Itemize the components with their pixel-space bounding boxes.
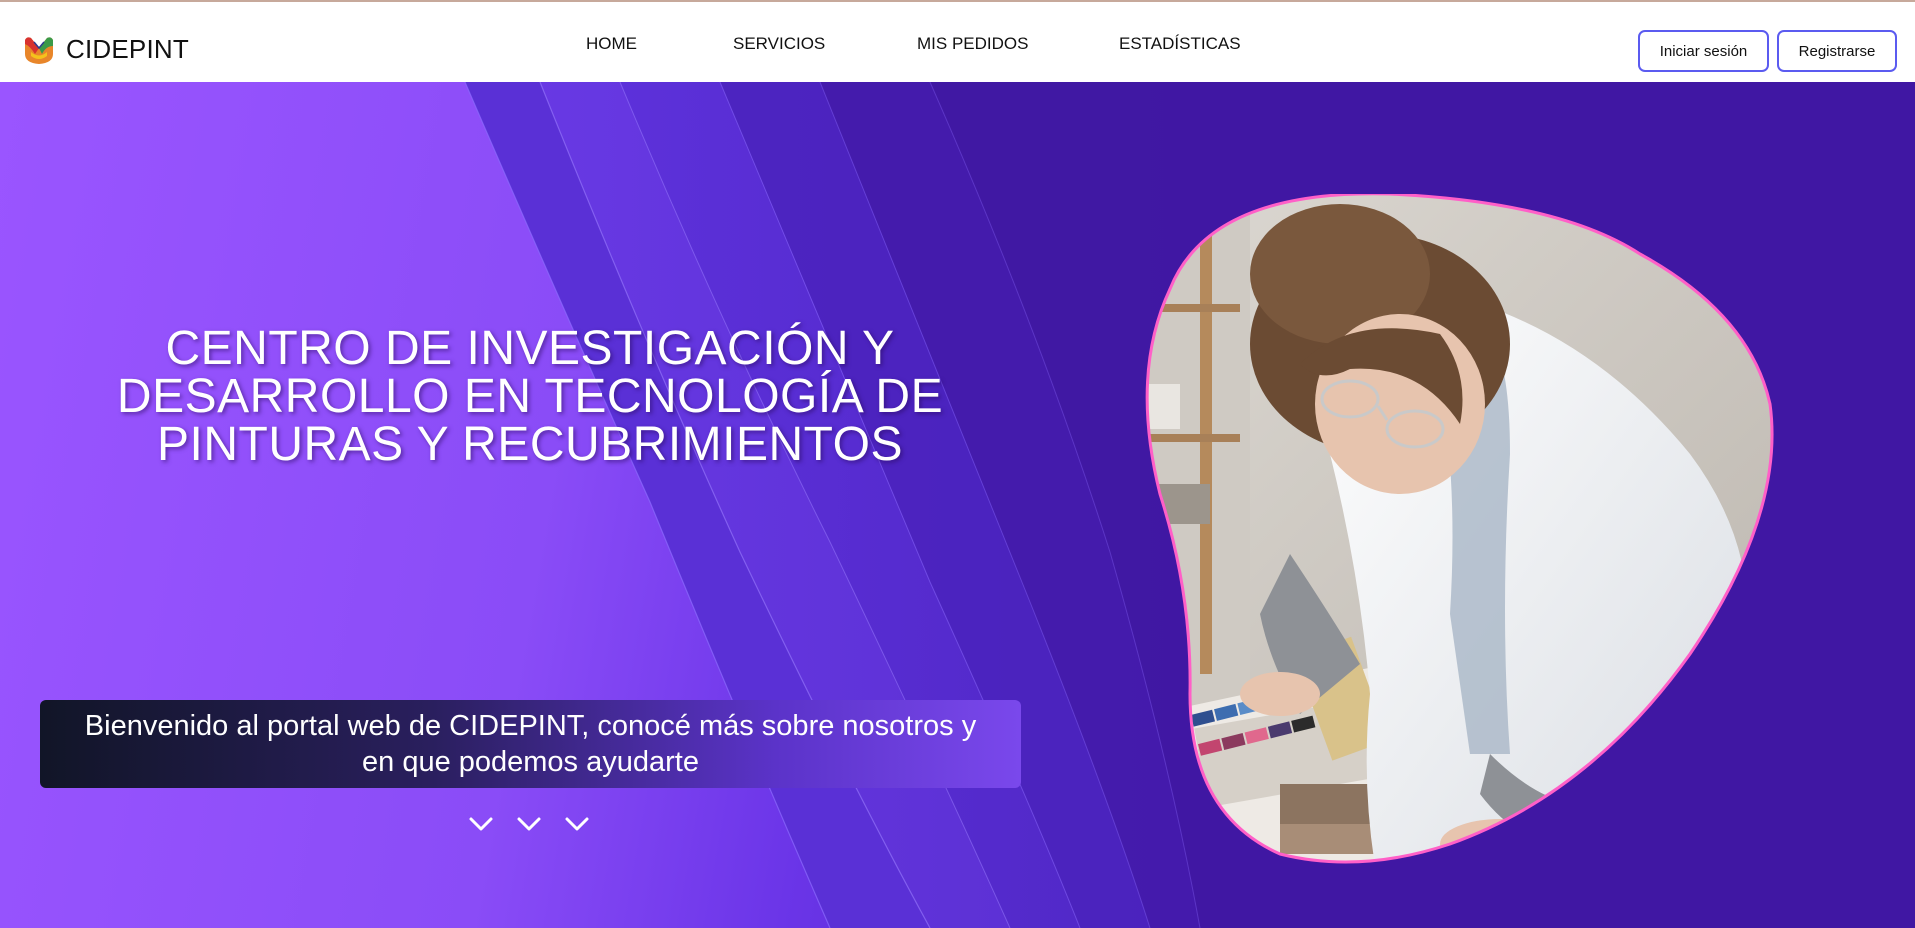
hero-title: CENTRO DE INVESTIGACIÓN Y DESARROLLO EN … [95, 325, 965, 469]
brand-name: CIDEPINT [66, 33, 189, 64]
researcher-color-swatches-photo [1145, 194, 1774, 864]
chevron-down-icon[interactable] [468, 814, 494, 834]
chevron-down-icon[interactable] [516, 814, 542, 834]
welcome-banner: Bienvenido al portal web de CIDEPINT, co… [40, 700, 1021, 788]
chevron-down-icon[interactable] [564, 814, 590, 834]
hero-section: CENTRO DE INVESTIGACIÓN Y DESARROLLO EN … [0, 82, 1915, 928]
nav-statistics[interactable]: ESTADÍSTICAS [1119, 34, 1241, 54]
welcome-line-2: en que podemos ayudarte [362, 746, 699, 778]
hero-title-line-1: CENTRO DE INVESTIGACIÓN Y [165, 322, 895, 375]
register-button[interactable]: Registrarse [1777, 30, 1897, 72]
nav-home[interactable]: HOME [586, 34, 637, 54]
scroll-down-indicator[interactable] [468, 814, 590, 834]
nav-my-orders[interactable]: MIS PEDIDOS [917, 34, 1028, 54]
hero-title-line-3: PINTURAS Y RECUBRIMIENTOS [157, 418, 903, 471]
login-button[interactable]: Iniciar sesión [1638, 30, 1769, 72]
brand[interactable]: CIDEPINT [22, 32, 189, 66]
welcome-text: Bienvenido al portal web de CIDEPINT, co… [85, 708, 976, 780]
cidepint-logo-icon [25, 37, 53, 64]
welcome-line-1: Bienvenido al portal web de CIDEPINT, co… [84, 710, 977, 742]
top-navigation-bar: CIDEPINT HOME SERVICIOS MIS PEDIDOS ESTA… [0, 0, 1915, 82]
nav-services[interactable]: SERVICIOS [733, 34, 825, 54]
hero-title-line-2: DESARROLLO EN TECNOLOGÍA DE [116, 370, 944, 423]
